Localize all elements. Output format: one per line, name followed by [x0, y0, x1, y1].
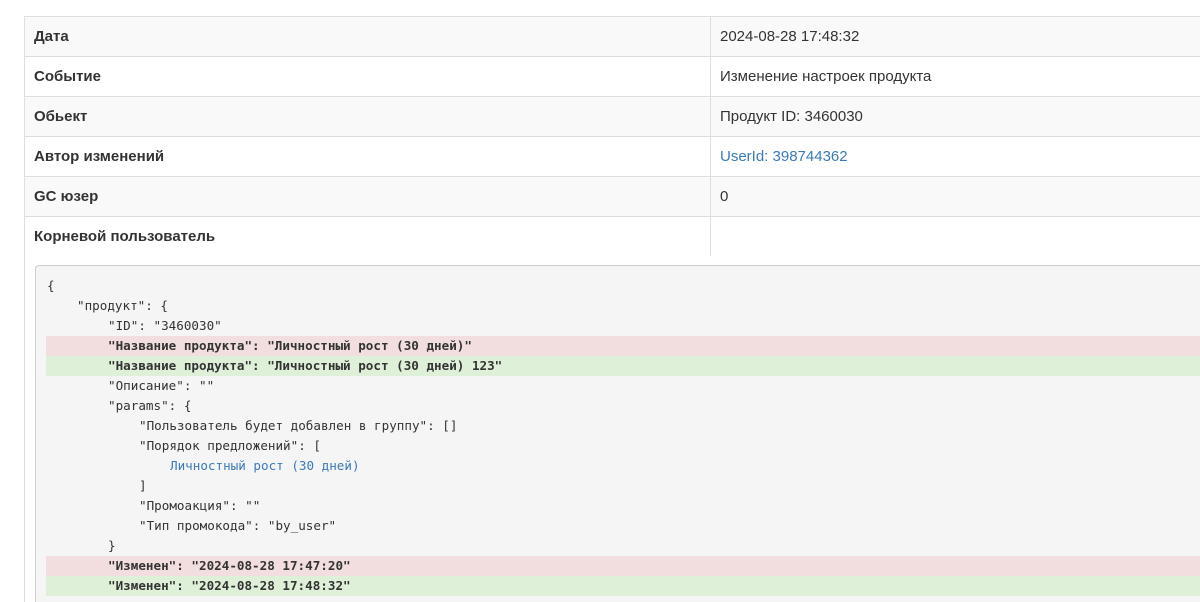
- table-row: Корневой пользователь: [24, 216, 1200, 257]
- table-row: Обьект Продукт ID: 3460030: [24, 96, 1200, 137]
- diff-line: "Порядок предложений": [: [139, 438, 321, 453]
- date-value: 2024-08-28 17:48:32: [710, 16, 1200, 57]
- diff-lines: { "продукт": { "ID": "3460030" "Название…: [46, 276, 1200, 596]
- diff-line: "Промоакция": "": [139, 498, 261, 513]
- diff-line: "продукт": {: [77, 298, 168, 313]
- table-row: Автор изменений UserId: 398744362: [24, 136, 1200, 177]
- diff-line: {: [47, 278, 55, 293]
- log-entry-page: Дата 2024-08-28 17:48:32 Событие Изменен…: [0, 0, 1200, 602]
- gc-user-label: GC юзер: [24, 176, 711, 217]
- event-label: Событие: [24, 56, 711, 97]
- diff-line: Личностный рост (30 дней): [46, 456, 1200, 476]
- table-row: Дата 2024-08-28 17:48:32: [24, 16, 1200, 57]
- diff-line-added: "Изменен": "2024-08-28 17:48:32": [46, 576, 1200, 596]
- event-value: Изменение настроек продукта: [710, 56, 1200, 97]
- diff-line: }: [108, 538, 116, 553]
- diff-line-removed: "Название продукта": "Личностный рост (3…: [46, 336, 1200, 356]
- object-value: Продукт ID: 3460030: [710, 96, 1200, 137]
- root-user-label: Корневой пользователь: [24, 216, 711, 257]
- author-label: Автор изменений: [24, 136, 711, 177]
- diff-line-removed: "Изменен": "2024-08-28 17:47:20": [46, 556, 1200, 576]
- table-row: Событие Изменение настроек продукта: [24, 56, 1200, 97]
- diff-line-added: "Название продукта": "Личностный рост (3…: [46, 356, 1200, 376]
- date-label: Дата: [24, 16, 711, 57]
- diff-line: ]: [139, 478, 147, 493]
- object-label: Обьект: [24, 96, 711, 137]
- offer-link[interactable]: Личностный рост (30 дней): [170, 458, 360, 473]
- diff-line: "ID": "3460030": [108, 318, 222, 333]
- event-info-table: Дата 2024-08-28 17:48:32 Событие Изменен…: [24, 16, 1200, 257]
- author-value: UserId: 398744362: [710, 136, 1200, 177]
- changes-diff-block: { "продукт": { "ID": "3460030" "Название…: [35, 265, 1200, 602]
- diff-line: "Описание": "": [108, 378, 215, 393]
- author-user-link[interactable]: UserId: 398744362: [720, 148, 848, 165]
- diff-line: "Тип промокода": "by_user": [139, 518, 337, 533]
- root-user-value: [710, 216, 1200, 257]
- table-row: GC юзер 0: [24, 176, 1200, 217]
- gc-user-value: 0: [710, 176, 1200, 217]
- changes-panel: { "продукт": { "ID": "3460030" "Название…: [24, 256, 1200, 602]
- diff-line: "params": {: [108, 398, 192, 413]
- diff-line: "Пользователь будет добавлен в группу": …: [139, 418, 458, 433]
